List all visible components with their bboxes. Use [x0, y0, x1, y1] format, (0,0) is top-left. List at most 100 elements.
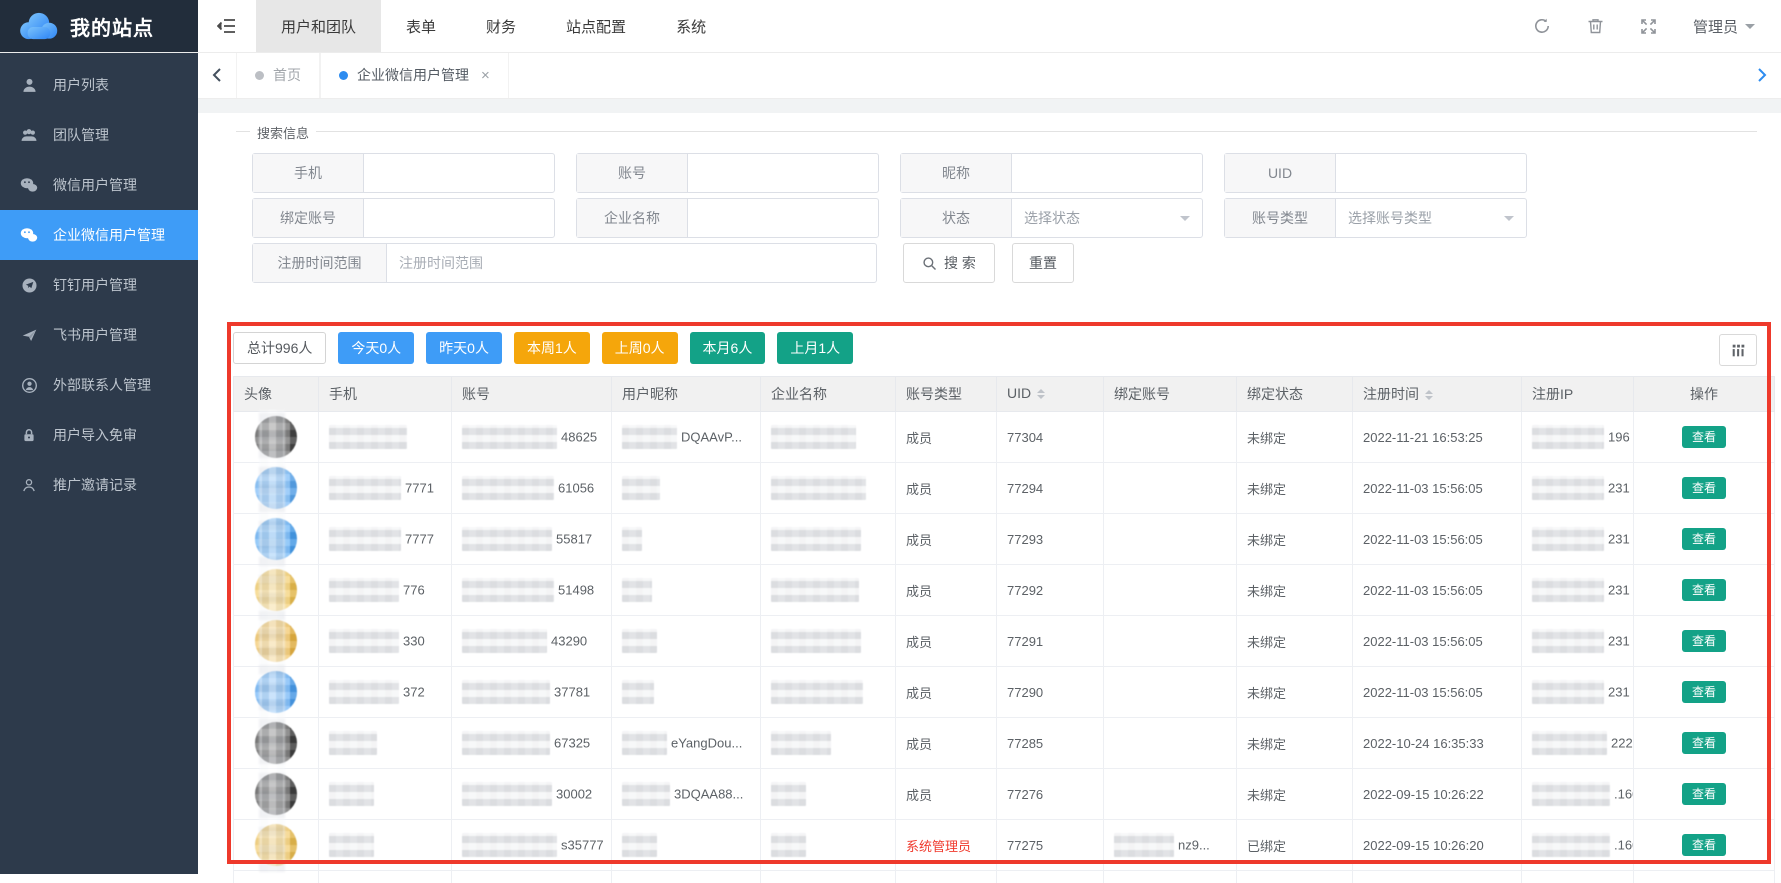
- uid-field-label: UID: [1225, 154, 1336, 192]
- cell-empty: [1634, 871, 1775, 883]
- stat-yesterday[interactable]: 昨天0人: [426, 332, 502, 364]
- cell-reg_time: 2022-11-03 15:56:05: [1353, 463, 1522, 514]
- close-icon[interactable]: ×: [481, 67, 490, 84]
- cell-uid: 77275: [997, 820, 1104, 871]
- account-type-label: 成员: [906, 686, 932, 701]
- tabs-scroll-left-icon[interactable]: [198, 52, 236, 98]
- redacted-block: [622, 527, 642, 551]
- cell-uid: 77292: [997, 565, 1104, 616]
- cell-phone: 776: [319, 565, 452, 616]
- stat-last-month[interactable]: 上月1人: [777, 332, 853, 364]
- nickname-field-group: 昵称: [900, 153, 1203, 193]
- admin-menu[interactable]: 管理员: [1693, 16, 1755, 37]
- sidebar-item-label: 企业微信用户管理: [53, 225, 165, 245]
- table-row: 37237781成员77290未绑定2022-11-03 15:56:05231…: [234, 667, 1775, 718]
- bind-account-input[interactable]: [364, 199, 554, 237]
- cell-bind: [1104, 412, 1237, 463]
- view-button[interactable]: 查看: [1682, 681, 1726, 703]
- sidebar-item-dingtalk-user-mgmt[interactable]: 钉钉用户管理: [0, 260, 198, 310]
- cell-account: 55817: [452, 514, 612, 565]
- collapse-sidebar-icon[interactable]: [198, 0, 256, 52]
- column-header-action: 操作: [1634, 377, 1775, 412]
- cell-phone: 372: [319, 667, 452, 718]
- trash-icon[interactable]: [1587, 17, 1604, 35]
- column-settings-button[interactable]: [1719, 334, 1757, 366]
- column-header-reg_time[interactable]: 注册时间: [1353, 377, 1522, 412]
- top-header: 我的站点 用户和团队 表单 财务 站点配置 系统: [0, 0, 1781, 53]
- table-row: s35777系统管理员77275nz9...已绑定2022-09-15 10:2…: [234, 820, 1775, 871]
- cell-reg_time: 2022-11-03 15:56:05: [1353, 514, 1522, 565]
- top-tab-users-teams[interactable]: 用户和团队: [256, 0, 381, 52]
- sidebar-item-team-mgmt[interactable]: 团队管理: [0, 110, 198, 160]
- refresh-icon[interactable]: [1533, 17, 1551, 35]
- top-tab-finance[interactable]: 财务: [461, 0, 541, 52]
- sidebar-item-user-import[interactable]: 用户导入免审: [0, 410, 198, 460]
- cell-action: 查看: [1634, 565, 1775, 616]
- company-input[interactable]: [688, 199, 878, 237]
- sidebar-item-wecom-user-mgmt[interactable]: 企业微信用户管理: [0, 210, 198, 260]
- stat-this-month[interactable]: 本月6人: [690, 332, 766, 364]
- sidebar-item-feishu-user-mgmt[interactable]: 飞书用户管理: [0, 310, 198, 360]
- column-header-company: 企业名称: [761, 377, 896, 412]
- redacted-block: [1532, 476, 1604, 500]
- breadcrumb-tabbar: 首页 企业微信用户管理 ×: [198, 52, 1781, 99]
- top-tab-site-config[interactable]: 站点配置: [541, 0, 651, 52]
- view-button[interactable]: 查看: [1682, 783, 1726, 805]
- tabs-scroll-right-icon[interactable]: [1743, 52, 1781, 98]
- sidebar-item-user-list[interactable]: 用户列表: [0, 60, 198, 110]
- view-button[interactable]: 查看: [1682, 834, 1726, 856]
- stat-today[interactable]: 今天0人: [338, 332, 414, 364]
- column-header-uid[interactable]: UID: [997, 377, 1104, 412]
- table-row: 777755817成员77293未绑定2022-11-03 15:56:0523…: [234, 514, 1775, 565]
- fullscreen-icon[interactable]: [1640, 18, 1657, 35]
- cell-empty: [1353, 871, 1522, 883]
- table-row: 77651498成员77292未绑定2022-11-03 15:56:05231…: [234, 565, 1775, 616]
- admin-label: 管理员: [1693, 16, 1738, 37]
- cell-bind: [1104, 514, 1237, 565]
- tab-wecom-user-mgmt[interactable]: 企业微信用户管理 ×: [320, 52, 509, 98]
- sidebar-item-external-contacts[interactable]: 外部联系人管理: [0, 360, 198, 410]
- cell-type: 成员: [896, 412, 997, 463]
- top-tab-system[interactable]: 系统: [651, 0, 731, 52]
- stat-this-week[interactable]: 本周1人: [514, 332, 590, 364]
- search-button[interactable]: 搜 索: [903, 243, 995, 283]
- status-select[interactable]: 选择状态: [1012, 199, 1202, 237]
- top-tab-forms[interactable]: 表单: [381, 0, 461, 52]
- account-input[interactable]: [688, 154, 878, 192]
- cell-type: 成员: [896, 769, 997, 820]
- tab-dot-icon: [339, 71, 348, 80]
- brand-logo: 我的站点: [0, 0, 198, 52]
- company-field-group: 企业名称: [576, 198, 879, 238]
- column-header-avatar: 头像: [234, 377, 319, 412]
- cell-empty: [612, 871, 761, 883]
- column-header-account: 账号: [452, 377, 612, 412]
- account-type-select[interactable]: 选择账号类型: [1336, 199, 1526, 237]
- sidebar-item-invite-records[interactable]: 推广邀请记录: [0, 460, 198, 510]
- stat-total[interactable]: 总计996人: [233, 332, 326, 364]
- view-button[interactable]: 查看: [1682, 630, 1726, 652]
- reg-range-input[interactable]: [387, 244, 876, 282]
- sidebar-item-wechat-user-mgmt[interactable]: 微信用户管理: [0, 160, 198, 210]
- redacted-block: [462, 680, 550, 704]
- nickname-input[interactable]: [1012, 154, 1202, 192]
- tab-home[interactable]: 首页: [236, 52, 320, 98]
- cell-uid: 77293: [997, 514, 1104, 565]
- uid-input[interactable]: [1336, 154, 1526, 192]
- view-button[interactable]: 查看: [1682, 528, 1726, 550]
- cell-bind_status: 未绑定: [1237, 412, 1353, 463]
- view-button[interactable]: 查看: [1682, 477, 1726, 499]
- reg-range-field-group: 注册时间范围: [252, 243, 877, 283]
- cell-empty: [1522, 871, 1634, 883]
- table-row-partial: [234, 871, 1775, 883]
- redacted-block: [771, 425, 856, 449]
- reset-button[interactable]: 重置: [1012, 243, 1074, 283]
- view-button[interactable]: 查看: [1682, 579, 1726, 601]
- cell-uid: 77285: [997, 718, 1104, 769]
- view-button[interactable]: 查看: [1682, 426, 1726, 448]
- view-button[interactable]: 查看: [1682, 732, 1726, 754]
- stat-last-week[interactable]: 上周0人: [602, 332, 678, 364]
- lock-icon: [20, 426, 38, 444]
- phone-input[interactable]: [364, 154, 554, 192]
- cell-phone: [319, 769, 452, 820]
- cell-reg_time: 2022-11-03 15:56:05: [1353, 667, 1522, 718]
